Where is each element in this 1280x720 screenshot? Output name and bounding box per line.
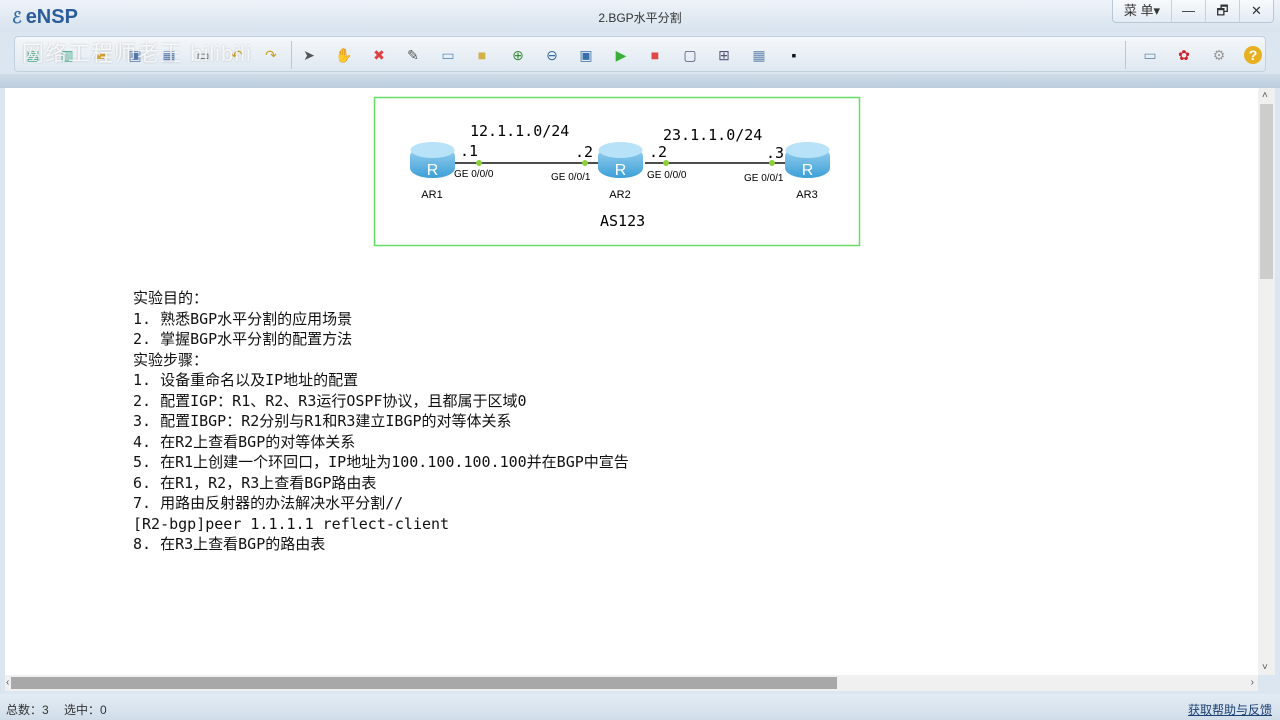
note-line: [R2-bgp]peer 1.1.1.1 reflect-client	[133, 514, 450, 533]
toolbar-separator	[291, 41, 292, 69]
note-line: 1. 设备重命名以及IP地址的配置	[133, 371, 359, 389]
ip-label: .3	[766, 144, 784, 162]
note-line: 实验步骤：	[133, 350, 209, 369]
note-line: 1. 熟悉BGP水平分割的应用场景	[133, 309, 353, 328]
toolbar-separator	[1125, 41, 1126, 69]
topology-canvas[interactable]: R R R AR1 AR2 AR3 12.1.1.0/24 23.1.1.0/2…	[5, 88, 1258, 675]
zoom-in-icon[interactable]: ⊕	[509, 46, 527, 64]
topology-diagram: R R R AR1 AR2 AR3 12.1.1.0/24 23.1.1.0/2…	[373, 96, 861, 247]
interface-label: GE 0/0/1	[744, 173, 784, 184]
stop-device-icon[interactable]: ■	[646, 46, 664, 64]
grid-icon[interactable]: ▦	[750, 46, 768, 64]
help-feedback-link[interactable]: 获取帮助与反馈	[1188, 701, 1272, 718]
chat-icon[interactable]: ▭	[1141, 46, 1159, 64]
select-icon[interactable]: ➤	[300, 46, 318, 64]
fit-icon[interactable]: ▣	[577, 46, 595, 64]
router-ar1-icon[interactable]: R	[410, 142, 455, 179]
delete-link-icon[interactable]: ✎	[404, 46, 422, 64]
minimize-button[interactable]: —	[1171, 0, 1205, 22]
capture-icon[interactable]: ▢	[681, 46, 699, 64]
total-count: 总数：3	[6, 703, 49, 717]
svg-text:R: R	[427, 162, 439, 179]
svg-text:R: R	[802, 162, 814, 179]
watermark: 网络工程师老王 bilibili	[22, 41, 252, 66]
selected-count: 选中：0	[64, 703, 107, 717]
start-device-icon[interactable]: ▶	[612, 46, 630, 64]
window-title: 2.BGP水平分割	[598, 11, 682, 25]
note-line: 2. 配置IGP：R1、R2、R3运行OSPF协议，且都属于区域0	[133, 391, 527, 410]
note-line: 6. 在R1，R2，R3上查看BGP路由表	[133, 473, 377, 492]
note-line: 3. 配置IBGP：R2分别与R1和R3建立IBGP的对等体关系	[133, 412, 512, 430]
rectangle-icon[interactable]: ■	[473, 46, 491, 64]
router-label: AR2	[609, 189, 630, 201]
scroll-down-icon[interactable]: ˅	[1262, 662, 1268, 673]
status-bar: 总数：3 选中：0 获取帮助与反馈	[0, 694, 1280, 720]
menu-button[interactable]: 菜 单▾	[1113, 0, 1171, 22]
vertical-scrollbar[interactable]: ˄ ˅	[1258, 88, 1275, 675]
note-line: 4. 在R2上查看BGP的对等体关系	[133, 432, 356, 451]
close-button[interactable]: ✕	[1239, 0, 1273, 22]
toolbar-divider	[0, 74, 1280, 88]
huawei-icon[interactable]: ✿	[1175, 46, 1193, 64]
window-controls: 菜 单▾ — 🗗 ✕	[1112, 0, 1274, 23]
horizontal-scrollbar[interactable]: ‹ ›	[5, 675, 1258, 691]
interface-label: GE 0/0/1	[551, 172, 591, 183]
svg-text:R: R	[615, 162, 627, 179]
note-line: 5. 在R1上创建一个环回口，IP地址为100.100.100.100并在BGP…	[133, 453, 629, 471]
lab-notes-text[interactable]: 实验目的： 1. 熟悉BGP水平分割的应用场景 2. 掌握BGP水平分割的配置方法实…	[133, 288, 629, 555]
ip-label: .2	[575, 143, 593, 161]
ip-label: .1	[460, 142, 478, 160]
interface-label: GE 0/0/0	[454, 169, 494, 180]
restore-button[interactable]: 🗗	[1205, 0, 1239, 22]
as-label: AS123	[600, 212, 645, 230]
router-ar3-icon[interactable]: R	[785, 142, 830, 179]
router-label: AR1	[421, 189, 442, 201]
note-line: 7. 用路由反射器的办法解决水平分割//	[133, 494, 404, 512]
router-label: AR3	[796, 189, 817, 201]
settings-icon[interactable]: ⚙	[1210, 46, 1228, 64]
delete-icon[interactable]: ✖	[370, 46, 388, 64]
ip-label: .2	[649, 143, 667, 161]
horizontal-scroll-thumb[interactable]	[11, 677, 837, 689]
note-line: 实验目的：	[133, 289, 209, 307]
interface-label: GE 0/0/0	[647, 170, 687, 181]
router-ar2-icon[interactable]: R	[598, 142, 643, 179]
terminal-icon[interactable]: ▪	[785, 46, 803, 64]
scroll-right-icon[interactable]: ›	[1251, 677, 1254, 688]
note-line: 2. 掌握BGP水平分割的配置方法	[133, 330, 353, 348]
topology-icon[interactable]: ⊞	[715, 46, 733, 64]
subnet-label: 12.1.1.0/24	[470, 122, 569, 140]
redo-icon[interactable]: ↷	[262, 46, 280, 64]
note-line: 8. 在R3上查看BGP的路由表	[133, 535, 326, 553]
port-indicator	[476, 160, 482, 166]
title-bar: ℰeNSP 2.BGP水平分割 菜 单▾ — 🗗 ✕	[0, 0, 1280, 32]
pan-hand-icon[interactable]: ✋	[335, 46, 353, 64]
text-note-icon[interactable]: ▭	[439, 46, 457, 64]
scroll-left-icon[interactable]: ‹	[6, 677, 9, 688]
help-icon[interactable]: ?	[1244, 46, 1262, 64]
scroll-up-icon[interactable]: ˄	[1262, 90, 1268, 101]
vertical-scroll-thumb[interactable]	[1260, 104, 1273, 279]
subnet-label: 23.1.1.0/24	[663, 126, 762, 144]
zoom-out-icon[interactable]: ⊖	[543, 46, 561, 64]
